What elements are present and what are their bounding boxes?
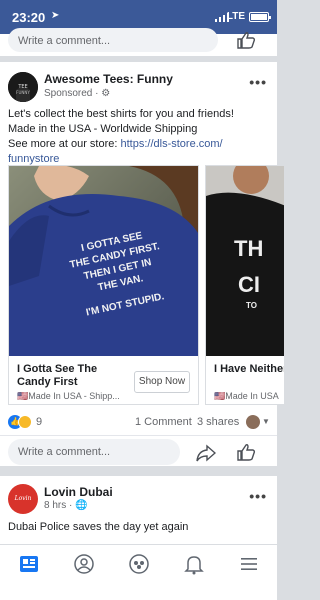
- previous-post-actions: Write a comment...: [0, 28, 277, 56]
- carousel-card[interactable]: I GOTTA SEE THE CANDY FIRST. THEN I GET …: [8, 165, 199, 405]
- shirt-text: TH: [234, 236, 263, 261]
- comment-input[interactable]: Write a comment...: [8, 28, 218, 52]
- haha-reaction-icon: [18, 415, 32, 429]
- battery-icon: [249, 12, 271, 22]
- engagement-stats: 👍 9 1 Comment 3 shares ▼: [8, 415, 270, 431]
- post-actions: Write a comment...: [0, 435, 277, 465]
- post-author[interactable]: Awesome Tees: Funny: [44, 72, 173, 86]
- svg-text:FUNNY: FUNNY: [16, 90, 30, 95]
- card-subtitle: 🇺🇸Made In USA: [214, 391, 279, 401]
- share-count[interactable]: 3 shares: [197, 416, 239, 428]
- more-options-icon[interactable]: •••: [249, 74, 267, 90]
- comment-count[interactable]: 1 Comment: [135, 416, 192, 428]
- post-meta: Sponsored · ⚙: [44, 88, 111, 99]
- store-link[interactable]: https://dls-store.com/: [121, 138, 223, 150]
- status-time: 23:20: [12, 10, 46, 25]
- post-meta: 8 hrs · 🌐: [44, 500, 88, 511]
- groups-icon[interactable]: [128, 553, 150, 575]
- shop-now-button[interactable]: Shop Now: [134, 371, 190, 393]
- gear-icon: ⚙: [101, 88, 111, 99]
- product-image[interactable]: I GOTTA SEE THE CANDY FIRST. THEN I GET …: [9, 166, 198, 356]
- like-icon[interactable]: [236, 31, 256, 49]
- news-feed-icon[interactable]: [18, 553, 40, 575]
- like-icon[interactable]: [236, 443, 256, 461]
- card-title[interactable]: I Gotta See The Candy First: [17, 363, 127, 389]
- page-avatar[interactable]: TEE FUNNY: [8, 72, 38, 102]
- globe-icon: 🌐: [75, 500, 88, 511]
- reaction-count[interactable]: 9: [36, 416, 42, 428]
- viewer-avatar: [246, 415, 260, 429]
- chevron-down-icon[interactable]: ▼: [262, 417, 270, 426]
- feed-post: Lovin Dubai Lovin Dubai 8 hrs · 🌐 ••• Du…: [0, 476, 277, 544]
- menu-icon[interactable]: [238, 553, 260, 575]
- notifications-icon[interactable]: [183, 553, 205, 575]
- post-author[interactable]: Lovin Dubai: [44, 485, 113, 499]
- profile-icon[interactable]: [73, 553, 95, 575]
- shirt-text: CI: [238, 272, 260, 297]
- location-icon: ➤: [51, 10, 60, 21]
- post-text-line: Made in the USA - Worldwide Shipping: [8, 123, 198, 135]
- post-text: Let's collect the best shirts for you an…: [8, 107, 270, 167]
- share-icon[interactable]: [196, 444, 216, 462]
- card-title[interactable]: I Have Neither Time: [214, 363, 284, 376]
- more-options-icon[interactable]: •••: [249, 488, 267, 504]
- comment-input[interactable]: Write a comment...: [8, 439, 180, 465]
- post-text-line: See more at our store:: [8, 138, 121, 150]
- bottom-tab-bar: [0, 544, 277, 600]
- carousel-card[interactable]: TH CI TO I Have Neither Time 🇺🇸Made In U…: [205, 165, 285, 405]
- sponsored-post: TEE FUNNY Awesome Tees: Funny Sponsored …: [0, 62, 285, 466]
- page-avatar[interactable]: Lovin Dubai: [8, 484, 38, 532]
- shirt-text: TO: [246, 301, 257, 310]
- network-type: LTE: [226, 11, 245, 22]
- card-subtitle: 🇺🇸Made In USA - Shipp...: [17, 391, 120, 401]
- product-image[interactable]: TH CI TO: [206, 166, 284, 356]
- post-text: Dubai Police saves the day yet again: [8, 521, 189, 533]
- post-text-line: Let's collect the best shirts for you an…: [8, 108, 234, 120]
